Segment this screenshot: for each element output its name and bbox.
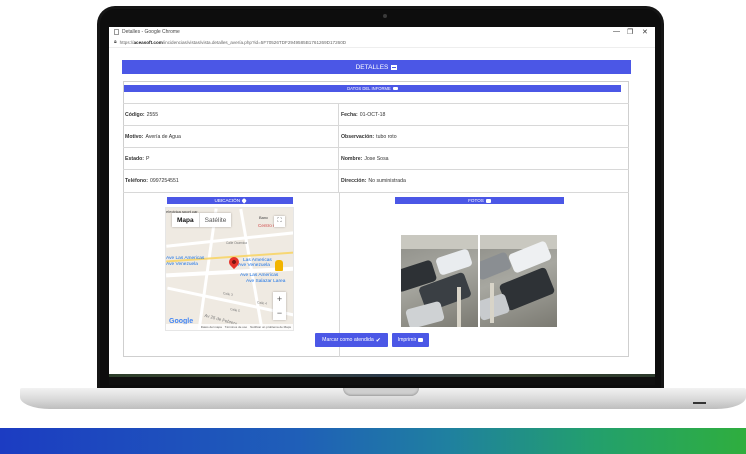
field-value: Avería de Agua [145,133,181,140]
window-title: Detalles - Google Chrome [122,29,180,35]
field-row: Estado: P Nombre: Jose Sosa [123,147,629,169]
check-icon: ✔ [375,337,381,344]
street-label: Calle 5 [229,307,241,313]
print-icon [418,338,424,342]
url-path: /incidencias/vistas/vista.detalles_averí… [162,39,347,45]
close-button[interactable]: ✕ [642,28,648,36]
map-type-tabs: Mapa Satélite [172,213,232,227]
webcam-icon [383,14,387,18]
print-button[interactable]: Imprimir [392,333,429,347]
field-direccion: Dirección: No suministrada [339,170,629,192]
table-icon [391,64,398,70]
page-header: DETALLES [122,60,631,74]
browser-titlebar: Detalles - Google Chrome — ❐ ✕ [109,27,655,37]
section-header: DATOS DEL INFORME [124,85,621,92]
address-bar[interactable]: 🔒︎ https:// aceasoft.com /incidencias/vi… [109,37,655,48]
field-label: Código: [125,111,145,118]
terms-link[interactable]: Términos de uso [225,325,247,329]
mark-attended-button[interactable]: Marcar como atendida ✔ [315,333,388,347]
field-fecha: Fecha: 01-OCT-18 [339,104,629,125]
location-map[interactable]: electrica sport car Banc Centro m Calle … [165,207,294,331]
street-label: Calle Ocarnica [226,241,247,245]
field-value: P [146,155,150,162]
field-label: Fecha: [341,111,358,118]
field-label: Estado: [125,155,145,162]
laptop-notch [343,388,419,396]
map-road-label: Ave Salazar Larea [246,279,286,284]
field-label: Observación: [341,133,375,140]
map-road-label: Ave Las Americas [166,256,205,261]
field-value: 2555 [146,111,159,118]
field-nombre: Nombre: Jose Sosa [339,148,629,169]
section-title: DATOS DEL INFORME [347,86,391,91]
map-road-label: Ave Venezuela [166,262,198,267]
photos-header: FOTOS [395,197,564,204]
screen-bottom-strip [109,374,655,385]
map-road-label: Ave Las Americas [240,273,279,278]
field-label: Motivo: [125,133,144,140]
mark-attended-label: Marcar como atendida [322,337,374,343]
url-prefix: https:// [119,39,134,45]
field-row: Código: 2555 Fecha: 01-OCT-18 [123,103,629,125]
field-label: Dirección: [341,178,367,184]
report-problem-link[interactable]: Notificar un problema de Maps [250,325,291,329]
incident-photo[interactable] [480,235,557,327]
field-value: 01-OCT-18 [359,111,386,118]
field-telefono: Teléfono: 0997254551 [123,170,339,192]
base-indicator [693,402,706,404]
incident-photo[interactable] [401,235,478,327]
field-value: tubo roto [376,133,397,140]
document-icon [114,29,119,35]
maximize-button[interactable]: ❐ [627,28,633,36]
field-motivo: Motivo: Avería de Agua [123,126,339,147]
field-estado: Estado: P [123,148,339,169]
zoom-out-button[interactable]: − [277,308,282,318]
map-tab-satellite[interactable]: Satélite [198,213,232,227]
street-view-pegman-icon[interactable] [275,260,283,271]
folder-open-icon [392,86,398,91]
laptop-screen: Detalles - Google Chrome — ❐ ✕ 🔒︎ https:… [109,27,655,374]
location-title: UBICACIÓN [214,198,241,203]
map-data-link[interactable]: Datos del mapa [201,325,222,329]
page-title: DETALLES [355,63,389,71]
map-tab-map[interactable]: Mapa [172,213,199,227]
field-codigo: Código: 2555 [123,104,339,125]
field-value: No suministrada [368,178,406,184]
map-place-label: Banc [259,215,269,220]
location-header: UBICACIÓN [167,197,293,204]
camera-icon [485,198,491,203]
map-footer: Datos del mapa Términos de uso Notificar… [166,324,293,330]
minimize-button[interactable]: — [613,28,620,35]
footer-gradient-band [0,428,746,454]
field-row: Teléfono: 0997254551 Dirección: No suminis… [123,169,629,193]
photos-title: FOTOS [468,198,484,203]
print-label: Imprimir [397,337,417,343]
fullscreen-icon[interactable]: ⛶ [274,216,285,227]
lock-icon: 🔒︎ [114,39,117,45]
street-label: Calle 3 [222,291,234,297]
field-value: Jose Sosa [364,155,389,162]
url-host: aceasoft.com [133,39,163,45]
field-observacion: Observación: tubo roto [339,126,629,147]
field-value: 0997254551 [149,178,179,184]
zoom-control: + − [273,292,286,320]
map-marker-icon [241,198,247,203]
field-row: Motivo: Avería de Agua Observación: tubo r… [123,125,629,147]
field-label: Nombre: [341,155,363,162]
zoom-in-button[interactable]: + [277,294,282,304]
map-road-label: Ave Venezuela [238,263,270,268]
field-label: Teléfono: [125,178,148,184]
